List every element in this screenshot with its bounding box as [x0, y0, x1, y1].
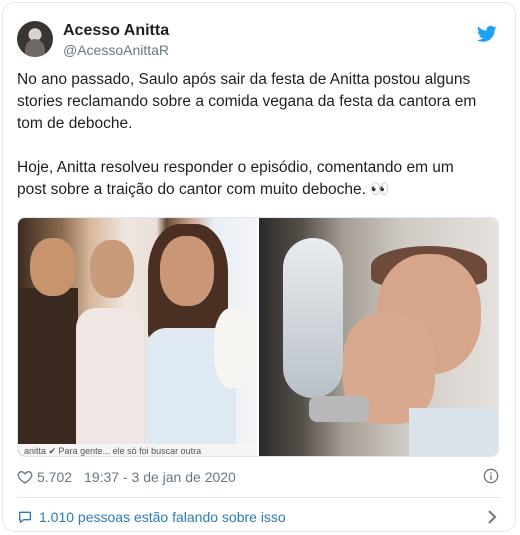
media-photo-right[interactable]: [259, 218, 498, 456]
tweet-meta: 5.702 19:37 - 3 de jan de 2020: [17, 467, 236, 487]
chevron-right-icon[interactable]: [487, 509, 497, 525]
media-left-caption: anitta ✔ Para gente... ele só foi buscar…: [18, 444, 257, 456]
photo-airplane-window: [283, 238, 343, 398]
tweet-header: Acesso Anitta @AcessoAnittaR: [17, 19, 501, 63]
photo-person-2-body: [76, 308, 144, 456]
info-icon[interactable]: [483, 468, 499, 484]
heart-icon[interactable]: [17, 469, 33, 485]
twitter-bird-icon[interactable]: [477, 25, 497, 43]
author-display-name[interactable]: Acesso Anitta: [63, 21, 169, 41]
avatar[interactable]: [17, 21, 53, 57]
divider: [17, 497, 501, 498]
photo-person-3-face: [160, 236, 214, 306]
photo-person-1-face: [30, 238, 76, 296]
tweet-timestamp[interactable]: 19:37 - 3 de jan de 2020: [84, 469, 236, 485]
conversation-label[interactable]: 1.010 pessoas estão falando sobre isso: [39, 509, 286, 525]
photo-person-2-face: [90, 240, 134, 298]
reply-bubble-icon: [19, 511, 31, 523]
tweet-text: No ano passado, Saulo após sair da festa…: [17, 69, 487, 223]
like-count[interactable]: 5.702: [37, 469, 72, 485]
tweet-card: Acesso Anitta @AcessoAnittaR No ano pass…: [2, 2, 516, 532]
photo-person-1: [18, 288, 78, 456]
tweet-paragraph-1: No ano passado, Saulo após sair da festa…: [17, 71, 477, 132]
author-names[interactable]: Acesso Anitta @AcessoAnittaR: [63, 21, 169, 59]
media-photo-left[interactable]: anitta ✔ Para gente... ele só foi buscar…: [18, 218, 257, 456]
tweet-paragraph-2: Hoje, Anitta resolveu responder o episód…: [17, 159, 454, 198]
author-handle[interactable]: @AcessoAnittaR: [63, 41, 169, 59]
photo-watch: [309, 396, 369, 422]
photo-dog: [214, 308, 256, 388]
photo-man-shirt: [409, 408, 498, 456]
tweet-media[interactable]: anitta ✔ Para gente... ele só foi buscar…: [17, 217, 499, 457]
conversation-link[interactable]: 1.010 pessoas estão falando sobre isso: [17, 507, 501, 527]
